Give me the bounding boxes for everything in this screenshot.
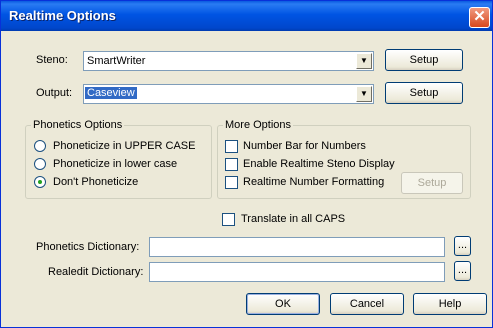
close-icon: ✕	[473, 8, 486, 25]
radio-dont-phoneticize[interactable]	[34, 176, 46, 188]
cancel-button[interactable]: Cancel	[330, 293, 404, 315]
steno-dropdown[interactable]: SmartWriter ▼	[83, 51, 374, 71]
phonetics-dictionary-label: Phonetics Dictionary:	[36, 241, 140, 253]
number-bar-checkbox[interactable]	[225, 140, 238, 153]
enable-steno-display-checkbox[interactable]	[225, 158, 238, 171]
more-options-title: More Options	[223, 119, 294, 131]
output-setup-button[interactable]: Setup	[385, 82, 463, 104]
output-value: Caseview	[85, 87, 137, 99]
ok-button[interactable]: OK	[246, 293, 320, 315]
radio-upper-case-label[interactable]: Phoneticize in UPPER CASE	[53, 140, 195, 152]
realtime-options-dialog: Realtime Options ✕ Steno: SmartWriter ▼ …	[0, 0, 493, 328]
realedit-dictionary-label: Realedit Dictionary:	[48, 266, 144, 278]
chevron-down-icon[interactable]: ▼	[356, 53, 372, 69]
number-formatting-checkbox[interactable]	[225, 176, 238, 189]
chevron-down-icon[interactable]: ▼	[356, 86, 372, 102]
title-bar[interactable]: Realtime Options ✕	[1, 1, 492, 31]
output-label: Output:	[36, 87, 73, 99]
radio-selected-dot	[38, 180, 42, 184]
radio-lower-case[interactable]	[34, 158, 46, 170]
phonetics-dictionary-browse-button[interactable]: ...	[454, 236, 471, 256]
phonetics-options-title: Phonetics Options	[31, 119, 125, 131]
translate-caps-checkbox[interactable]	[222, 213, 235, 226]
number-bar-label[interactable]: Number Bar for Numbers	[243, 140, 366, 152]
more-options-setup-button[interactable]: Setup	[401, 172, 463, 194]
number-formatting-label[interactable]: Realtime Number Formatting	[243, 176, 384, 188]
radio-upper-case[interactable]	[34, 140, 46, 152]
translate-caps-label[interactable]: Translate in all CAPS	[241, 213, 345, 225]
phonetics-dictionary-field[interactable]	[149, 237, 445, 257]
radio-lower-case-label[interactable]: Phoneticize in lower case	[53, 158, 177, 170]
window-title: Realtime Options	[9, 8, 116, 23]
steno-label: Steno:	[36, 54, 68, 66]
radio-dont-phoneticize-label[interactable]: Don't Phoneticize	[53, 176, 138, 188]
realedit-dictionary-browse-button[interactable]: ...	[454, 261, 471, 281]
steno-value: SmartWriter	[87, 55, 146, 67]
realedit-dictionary-field[interactable]	[149, 262, 445, 282]
steno-setup-button[interactable]: Setup	[385, 49, 463, 71]
output-dropdown[interactable]: Caseview ▼	[83, 84, 374, 104]
enable-steno-display-label[interactable]: Enable Realtime Steno Display	[243, 158, 395, 170]
help-button[interactable]: Help	[413, 293, 487, 315]
close-button[interactable]: ✕	[469, 7, 490, 28]
